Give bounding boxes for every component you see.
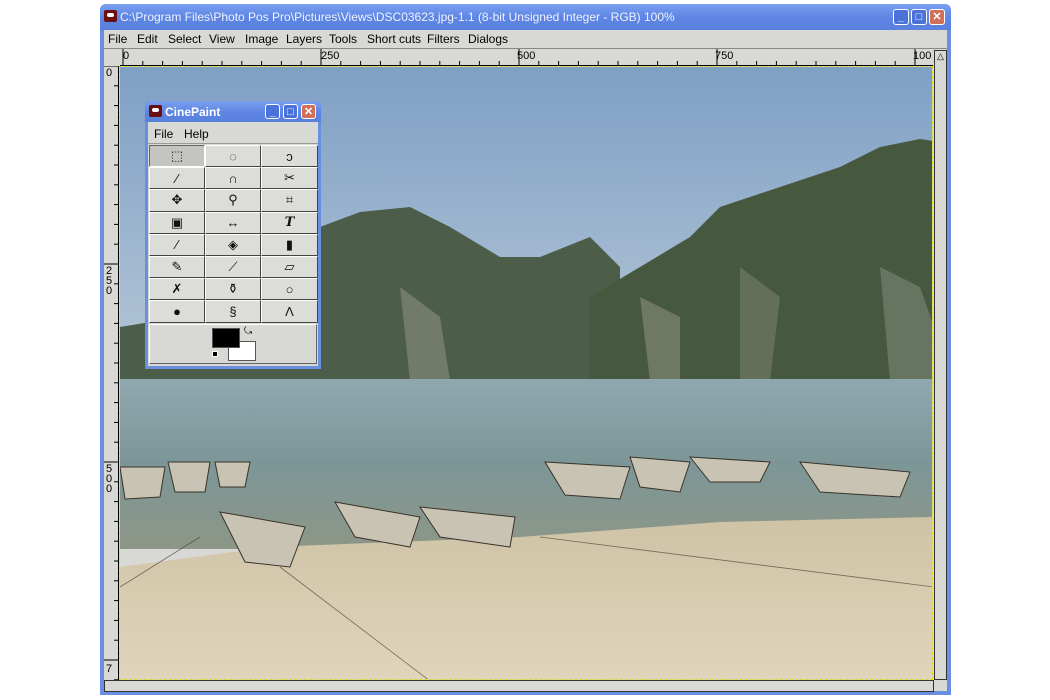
ruler-label: 0	[106, 67, 113, 79]
crop-icon: ⌗	[285, 192, 294, 208]
color-area: ⤿	[149, 324, 317, 364]
ruler-label: 250	[321, 50, 340, 62]
scroll-up-arrow-icon[interactable]: △	[935, 51, 946, 62]
tool-convolve[interactable]: ○	[261, 278, 318, 301]
paintbrush-icon: ⟋	[228, 259, 238, 275]
intelligent-scissors-icon: ✂	[284, 170, 295, 186]
horizontal-scrollbar[interactable]	[104, 680, 934, 692]
window-title: C:\Program Files\Photo Pos Pro\Pictures\…	[120, 10, 675, 24]
ruler-label: 7	[106, 663, 113, 675]
tool-pencil[interactable]: ✎	[149, 255, 205, 279]
menu-image[interactable]: Image	[245, 32, 278, 46]
convolve-icon: ○	[285, 281, 294, 297]
vertical-scrollbar[interactable]: △	[934, 50, 947, 680]
magnify-icon: ⚲	[228, 192, 238, 208]
tool-magnify[interactable]: ⚲	[205, 189, 261, 212]
toolbox-close-button[interactable]: ✕	[301, 104, 316, 119]
clone-icon: ⚱	[227, 281, 239, 297]
menu-edit[interactable]: Edit	[137, 32, 158, 46]
tool-free-select[interactable]: ↄ	[261, 145, 318, 168]
ruler-label: 100	[913, 50, 932, 62]
gradient-icon: ▮	[285, 236, 294, 252]
menu-tools[interactable]: Tools	[329, 32, 357, 46]
toolbox-title-bar[interactable]: CinePaint _ □ ✕	[145, 101, 321, 122]
title-bar[interactable]: C:\Program Files\Photo Pos Pro\Pictures\…	[100, 4, 951, 30]
tool-bucket-fill[interactable]: ◈	[205, 233, 261, 256]
color-picker-icon: ⁄	[175, 237, 179, 253]
menu-filters[interactable]: Filters	[427, 32, 460, 46]
fuzzy-select-icon: ⁄	[175, 170, 179, 186]
ruler-label: 5 0 0	[106, 463, 113, 495]
menu-file[interactable]: File	[108, 32, 127, 46]
tool-fuzzy-select[interactable]: ⁄	[149, 167, 205, 190]
flip-icon: ↔	[226, 215, 240, 231]
default-colors-icon[interactable]	[212, 351, 218, 357]
horizontal-ruler: 0 250 500 750 100	[120, 49, 933, 66]
menu-view[interactable]: View	[209, 32, 235, 46]
free-select-icon: ↄ	[286, 148, 293, 164]
menu-short-cuts[interactable]: Short cuts	[367, 32, 421, 46]
rect-select-icon: ⬚	[170, 148, 184, 164]
ruler-label: 2 5 0	[106, 265, 113, 297]
text-icon: T	[284, 215, 295, 231]
tool-rect-select[interactable]: ⬚	[149, 145, 205, 168]
tool-eraser[interactable]: ▱	[261, 255, 318, 279]
foreground-color-swatch[interactable]	[212, 328, 240, 348]
tool-color-picker[interactable]: ⁄	[149, 233, 205, 256]
app-icon	[104, 10, 117, 22]
move-icon: ✥	[171, 192, 183, 208]
tool-ellipse-select[interactable]: ◌	[205, 145, 261, 168]
tool-gradient[interactable]: ▮	[261, 233, 318, 256]
menu-select[interactable]: Select	[168, 32, 201, 46]
airbrush-icon: ✗	[171, 281, 183, 297]
close-button[interactable]: ✕	[929, 9, 945, 25]
tool-measure[interactable]: Λ	[261, 300, 318, 323]
vertical-ruler: 0 2 5 0 5 0 0 7	[104, 66, 119, 680]
tool-crop[interactable]: ⌗	[261, 189, 318, 212]
tool-move[interactable]: ✥	[149, 189, 205, 212]
menu-bar: File Edit Select View Image Layers Tools…	[104, 30, 947, 49]
tool-airbrush[interactable]: ✗	[149, 278, 205, 301]
tool-clone[interactable]: ⚱	[205, 278, 261, 301]
tool-flip[interactable]: ↔	[205, 211, 261, 234]
menu-dialogs[interactable]: Dialogs	[468, 32, 508, 46]
toolbox-minimize-button[interactable]: _	[265, 104, 280, 119]
ruler-label: 750	[715, 50, 734, 62]
pencil-icon: ✎	[171, 259, 183, 275]
swap-colors-icon[interactable]: ⤿	[244, 326, 252, 337]
tool-grid: ⬚ ◌ ↄ ⁄ ∩ ✂ ✥ ⚲ ⌗ ▣ ↔ T ⁄ ◈ ▮ ✎ ⟋ ▱ ✗ ⚱ ○ ● § Λ	[149, 145, 318, 323]
bucket-fill-icon: ◈	[228, 236, 238, 252]
bezier-select-icon: ∩	[228, 170, 238, 186]
toolbox-window: CinePaint _ □ ✕ File Help ⬚ ◌ ↄ ⁄ ∩ ✂ ✥ ⚲ ⌗ ▣ ↔ T ⁄ ◈…	[145, 101, 321, 369]
minimize-button[interactable]: _	[893, 9, 909, 25]
toolbox-menu-help[interactable]: Help	[184, 127, 209, 141]
tool-transform[interactable]: ▣	[149, 211, 205, 234]
measure-icon: Λ	[285, 303, 294, 319]
ellipse-select-icon: ◌	[229, 148, 237, 164]
tool-ink[interactable]: ●	[149, 300, 205, 323]
ink-icon: ●	[173, 303, 181, 319]
eraser-icon: ▱	[284, 259, 295, 275]
smudge-icon: §	[229, 303, 237, 319]
transform-icon: ▣	[170, 214, 184, 230]
tool-text[interactable]: T	[261, 211, 318, 234]
toolbox-menu-file[interactable]: File	[154, 127, 173, 141]
ruler-label: 500	[517, 50, 536, 62]
tool-intelligent-scissors[interactable]: ✂	[261, 167, 318, 190]
ruler-label: 0	[123, 50, 130, 62]
cinepaint-icon	[149, 105, 162, 117]
tool-paintbrush[interactable]: ⟋	[205, 255, 261, 279]
toolbox-maximize-button[interactable]: □	[283, 104, 298, 119]
maximize-button[interactable]: □	[911, 9, 927, 25]
menu-layers[interactable]: Layers	[286, 32, 322, 46]
tool-bezier-select[interactable]: ∩	[205, 167, 261, 190]
toolbox-title: CinePaint	[165, 105, 221, 119]
tool-smudge[interactable]: §	[205, 300, 261, 323]
